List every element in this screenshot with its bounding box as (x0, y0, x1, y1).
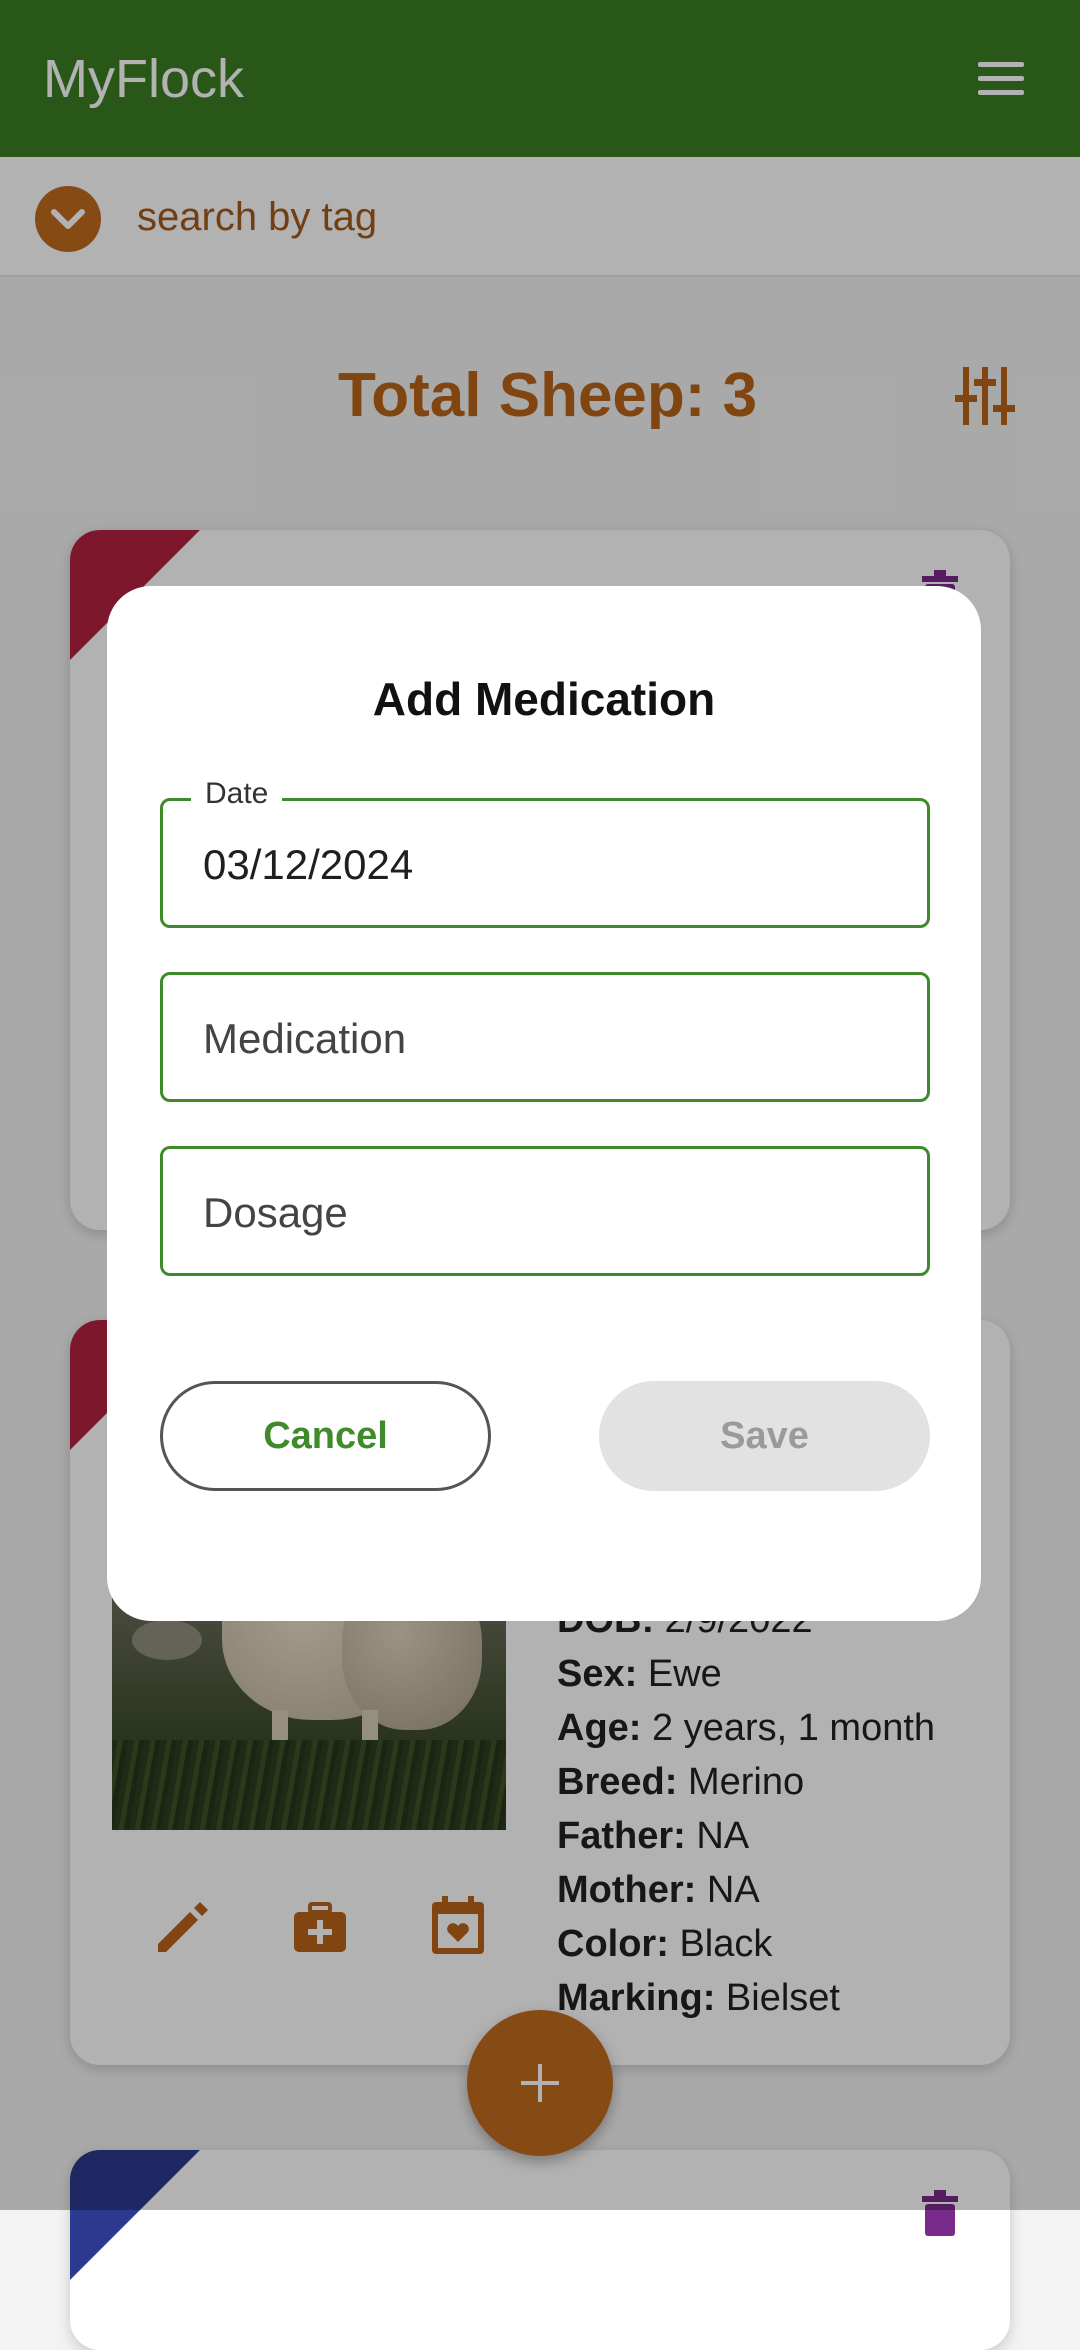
save-button[interactable]: Save (599, 1381, 930, 1491)
cancel-button[interactable]: Cancel (160, 1381, 491, 1491)
medication-input[interactable] (203, 1009, 893, 1069)
date-field[interactable]: Date (160, 777, 930, 928)
dialog-title: Add Medication (372, 673, 716, 725)
date-input[interactable] (203, 835, 893, 895)
dosage-input[interactable] (203, 1183, 893, 1243)
date-field-label: Date (191, 777, 283, 811)
add-medication-dialog: Add Medication Date Cancel Save (107, 586, 981, 1621)
medication-field[interactable] (160, 972, 930, 1102)
dosage-field[interactable] (160, 1146, 930, 1276)
